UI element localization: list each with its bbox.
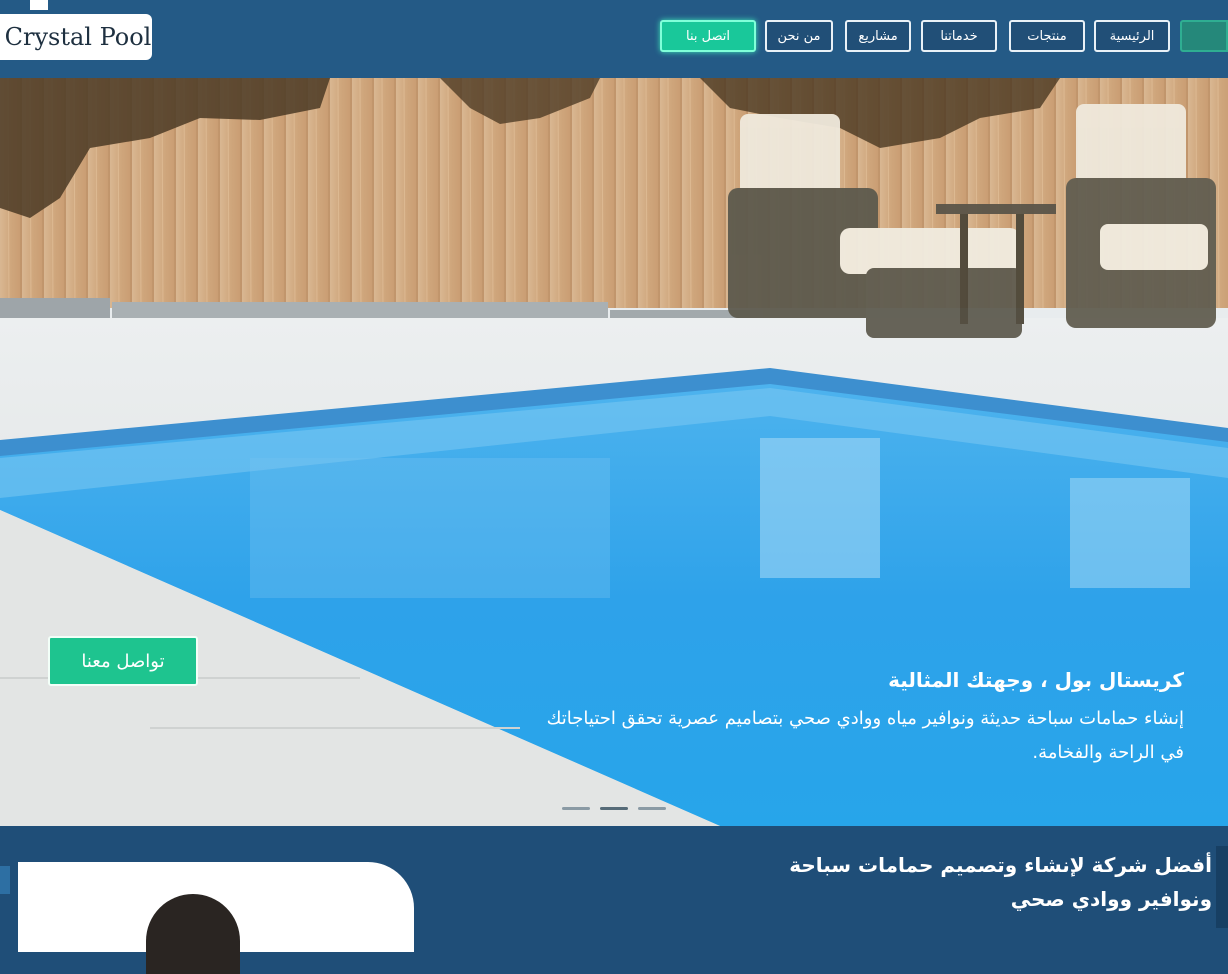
nav-item-partial[interactable]: [1180, 20, 1228, 52]
slider-indicators: [562, 805, 672, 813]
intro-line-2: ونوافير ووادي صحي: [1010, 887, 1212, 911]
nav-item-products[interactable]: منتجات: [1009, 20, 1085, 52]
hero-subtitle: إنشاء حمامات سباحة حديثة ونوافير مياه وو…: [546, 708, 1184, 763]
slide-dot-1[interactable]: [562, 807, 590, 810]
slide-dot-3[interactable]: [638, 807, 666, 810]
intro-line-1: أفضل شركة لإنشاء وتصميم حمامات سباحة: [789, 853, 1212, 877]
main-nav: اتصل بنا من نحن مشاريع خدماتنا منتجات ال…: [0, 18, 1228, 56]
nav-item-home[interactable]: الرئيسية: [1094, 20, 1170, 52]
card-edge-accent: [0, 866, 10, 894]
nav-item-services[interactable]: خدماتنا: [921, 20, 997, 52]
nav-item-about[interactable]: من نحن: [765, 20, 833, 52]
section-edge: [1216, 846, 1228, 928]
intro-heading: أفضل شركة لإنشاء وتصميم حمامات سباحة ونو…: [789, 848, 1212, 916]
nav-item-projects[interactable]: مشاريع: [845, 20, 911, 52]
hero-text-block: كريستال بول ، وجهتك المثالية إنشاء حماما…: [524, 668, 1184, 770]
hero-banner: كريستال بول ، وجهتك المثالية إنشاء حماما…: [0, 78, 1228, 826]
hero-title: كريستال بول ، وجهتك المثالية: [888, 668, 1184, 692]
logo-decoration: [30, 0, 48, 10]
contact-us-button[interactable]: تواصل معنا: [48, 636, 198, 686]
slide-dot-2[interactable]: [600, 807, 628, 810]
site-header: Crystal Pool اتصل بنا من نحن مشاريع خدما…: [0, 0, 1228, 78]
nav-item-contact[interactable]: اتصل بنا: [660, 20, 756, 52]
